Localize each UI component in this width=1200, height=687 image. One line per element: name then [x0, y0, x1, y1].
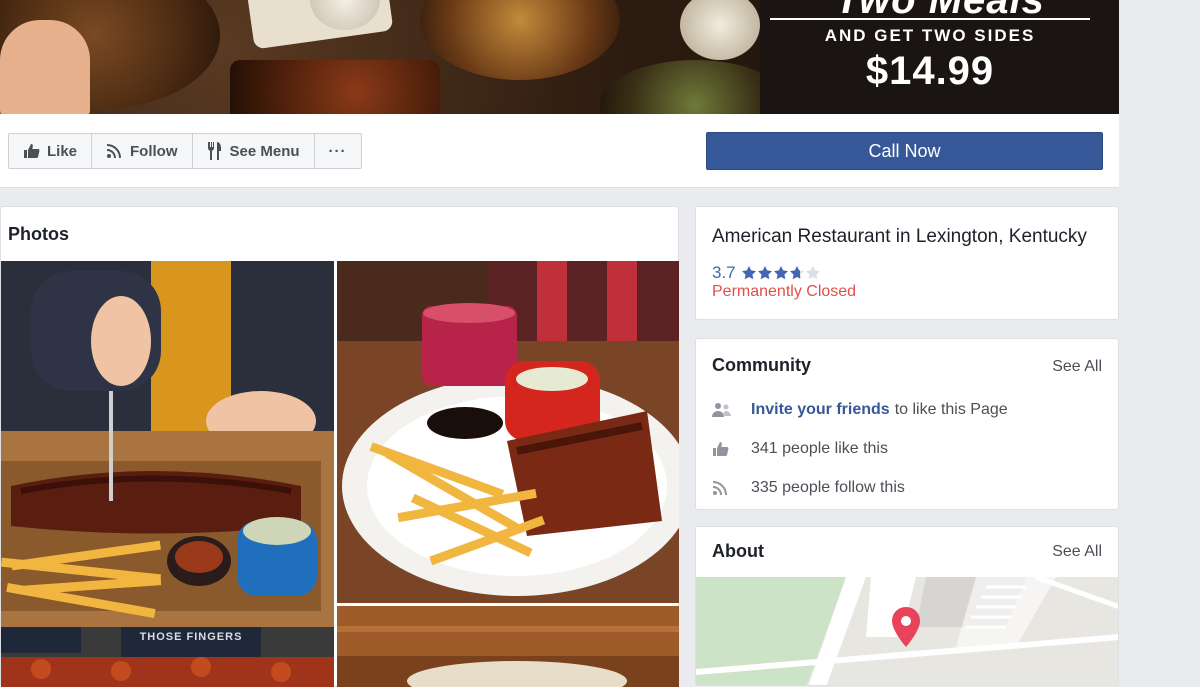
likes-count-text: 341 people like this: [751, 440, 888, 457]
rss-icon: [712, 480, 732, 496]
about-title[interactable]: About: [712, 541, 764, 562]
community-section: Community See All Invite your friends to…: [695, 338, 1119, 510]
community-title[interactable]: Community: [712, 355, 811, 376]
call-now-label: Call Now: [868, 140, 941, 161]
follows-count-text: 335 people follow this: [751, 479, 905, 496]
rating-star-icon: [741, 266, 756, 280]
ribs-board-image: [230, 60, 440, 114]
more-options-button[interactable]: ···: [313, 133, 362, 169]
thumbs-up-icon: [23, 143, 40, 159]
likes-count-row: 341 people like this: [712, 440, 888, 458]
photo-sign-text: THOSE FINGERS: [139, 631, 243, 643]
promo-divider: [770, 18, 1090, 20]
follow-button[interactable]: Follow: [91, 133, 193, 169]
rating-star-icon: [757, 266, 772, 280]
page-info-card: American Restaurant in Lexington, Kentuc…: [695, 206, 1119, 320]
photo-ribs-plate[interactable]: [337, 261, 679, 603]
see-menu-button[interactable]: See Menu: [191, 133, 315, 169]
location-map[interactable]: [696, 577, 1118, 685]
about-section: About See All: [695, 526, 1119, 686]
cover-photo[interactable]: Two Meals AND GET TWO SIDES $14.99: [0, 0, 1119, 114]
like-label: Like: [47, 142, 78, 160]
photo-wood-table-art: [337, 606, 679, 687]
page-action-bar: Like Follow See Menu ··· Call Now: [0, 114, 1119, 188]
page-category[interactable]: American Restaurant in Lexington, Kentuc…: [712, 226, 1087, 248]
invite-friends-text: to like this Page: [894, 401, 1008, 418]
photos-section: Photos THOSE FINGERS: [0, 206, 679, 687]
hand-image: [0, 20, 90, 114]
closed-status: Permanently Closed: [712, 283, 857, 300]
community-see-all-link[interactable]: See All: [1052, 358, 1102, 376]
invite-friends-link[interactable]: Invite your friends: [751, 401, 890, 419]
call-now-button[interactable]: Call Now: [706, 132, 1103, 170]
see-menu-label: See Menu: [229, 142, 300, 160]
thumbs-up-icon: [712, 441, 732, 457]
rating-value: 3.7: [712, 263, 736, 282]
fries-skillet-image: [420, 0, 620, 80]
photo-wood-table[interactable]: [337, 606, 679, 687]
more-dots-icon: ···: [328, 142, 347, 160]
map-pin-icon[interactable]: [892, 607, 920, 652]
rating-row[interactable]: 3.7: [712, 263, 821, 283]
photo-ribs-cutting-art: [1, 261, 334, 627]
like-button[interactable]: Like: [8, 133, 93, 169]
promo-subtitle: AND GET TWO SIDES: [824, 26, 1036, 45]
photo-ribs-plate-art: [337, 261, 679, 603]
action-button-group: Like Follow See Menu ···: [8, 133, 362, 169]
fork-knife-icon: [207, 141, 223, 161]
rss-icon: [106, 143, 123, 159]
about-see-all-link[interactable]: See All: [1052, 543, 1102, 561]
photo-fingers-sign[interactable]: THOSE FINGERS: [1, 627, 334, 687]
follow-label: Follow: [130, 142, 178, 160]
rating-star-icon: [789, 266, 804, 280]
invite-friends-row: Invite your friends to like this Page: [712, 401, 1008, 419]
photo-ribs-cutting[interactable]: [1, 261, 334, 627]
sauce-bowl-image: [680, 0, 760, 60]
follows-count-row: 335 people follow this: [712, 479, 905, 497]
promo-price: $14.99: [865, 49, 995, 93]
invite-friends-icon: [712, 402, 732, 418]
rating-star-icon: [773, 266, 788, 280]
rating-stars: [741, 265, 821, 281]
rating-star-icon: [805, 266, 820, 280]
photos-title[interactable]: Photos: [8, 224, 69, 245]
